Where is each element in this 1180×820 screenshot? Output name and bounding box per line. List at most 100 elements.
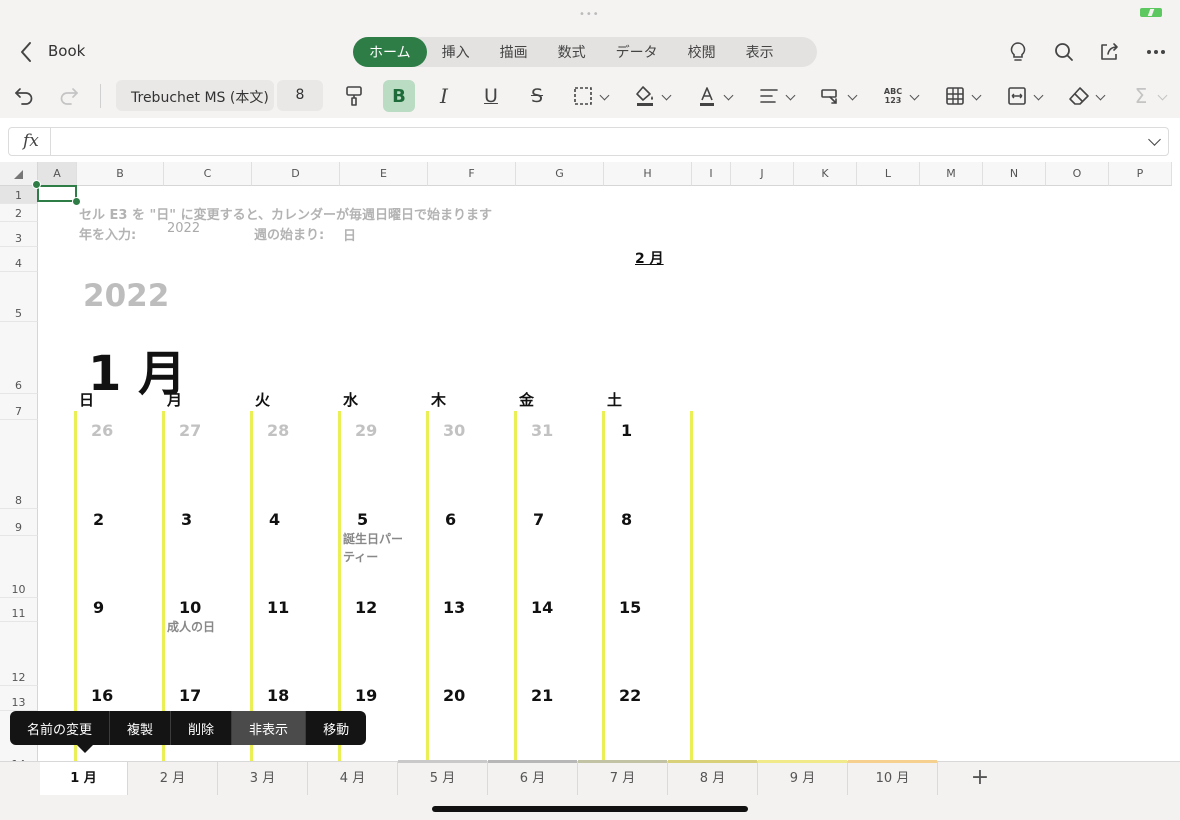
cell-size-dropdown-caret[interactable] [1033,90,1044,101]
redo-button[interactable] [55,80,83,112]
more-options-button[interactable] [1142,38,1170,66]
calendar-day-cell[interactable]: 19 [355,686,377,705]
calendar-day-cell[interactable]: 22 [619,686,641,705]
column-header[interactable]: L [857,162,920,186]
calendar-day-cell[interactable]: 3 [181,510,192,529]
font-size-field[interactable]: 8 [277,80,323,111]
context-menu-item[interactable]: 名前の変更 [10,711,111,745]
font-name-field[interactable]: Trebuchet MS (本文) [116,80,274,111]
row-header[interactable]: 3 [0,222,38,247]
clear-dropdown-caret[interactable] [1095,90,1106,101]
borders-dropdown-caret[interactable] [599,90,610,101]
calendar-day-cell[interactable]: 6 [445,510,456,529]
calendar-day-cell[interactable]: 21 [531,686,553,705]
row-header[interactable]: 5 [0,272,38,322]
calendar-day-cell[interactable]: 5 [357,510,368,529]
context-menu-item[interactable]: 削除 [171,711,233,745]
calendar-day-cell[interactable]: 8 [621,510,632,529]
ribbon-tab[interactable]: 描画 [485,37,543,67]
align-dropdown-caret[interactable] [785,90,796,101]
calendar-event[interactable]: 誕生日パーティー [343,530,409,566]
row-header[interactable]: 2 [0,204,38,222]
column-header[interactable]: O [1046,162,1109,186]
strikethrough-button[interactable]: S [523,80,551,112]
context-menu-item[interactable]: 移動 [306,711,366,745]
ribbon-tab[interactable]: 表示 [731,37,789,67]
calendar-day-cell[interactable]: 30 [443,421,465,440]
row-header[interactable]: 1 [0,186,38,204]
year-input-cell[interactable]: 2022 [167,221,200,236]
column-header[interactable]: N [983,162,1046,186]
calendar-day-cell[interactable]: 31 [531,421,553,440]
ribbon-tab[interactable]: 数式 [543,37,601,67]
column-header[interactable]: D [252,162,340,186]
clear-button[interactable] [1065,80,1093,112]
autosum-dropdown-caret[interactable] [1157,90,1168,101]
row-header[interactable]: 11 [0,598,38,622]
add-sheet-button[interactable]: + [962,765,998,793]
fill-color-dropdown-caret[interactable] [661,90,672,101]
ribbon-tab[interactable]: 挿入 [427,37,485,67]
multitasking-dots[interactable]: ••• [579,9,600,20]
font-color-dropdown-caret[interactable] [723,90,734,101]
calendar-day-cell[interactable]: 13 [443,598,465,617]
column-header[interactable]: I [692,162,731,186]
sheet-tab[interactable]: 3 月 [218,762,308,795]
column-header[interactable]: B [77,162,164,186]
column-header[interactable]: E [340,162,428,186]
chevron-down-icon[interactable] [1148,133,1161,146]
column-header[interactable]: C [164,162,252,186]
calendar-day-cell[interactable]: 17 [179,686,201,705]
calendar-day-cell[interactable]: 18 [267,686,289,705]
row-header[interactable]: 6 [0,322,38,394]
home-indicator[interactable] [432,806,748,812]
sheet-tab[interactable]: 6 月 [488,760,578,795]
column-header[interactable]: J [731,162,794,186]
font-color-button[interactable] [693,80,721,112]
calendar-day-cell[interactable]: 29 [355,421,377,440]
number-format-button[interactable]: ABC 123 [879,80,907,112]
format-painter-button[interactable] [340,80,368,112]
back-button[interactable] [14,38,38,66]
column-header[interactable]: A [38,162,77,186]
calendar-day-cell[interactable]: 9 [93,598,104,617]
selected-cell-a1[interactable] [37,185,77,202]
cell-size-button[interactable] [1003,80,1031,112]
insert-table-button[interactable] [941,80,969,112]
calendar-day-cell[interactable]: 14 [531,598,553,617]
borders-button[interactable] [569,80,597,112]
calendar-day-cell[interactable]: 12 [355,598,377,617]
column-header[interactable]: H [604,162,692,186]
underline-button[interactable]: U [477,80,505,112]
search-button[interactable] [1050,38,1078,66]
row-header[interactable]: 13 [0,686,38,711]
tell-me-button[interactable] [1004,38,1032,66]
sheet-tab[interactable]: 1 月 [40,762,128,795]
column-header[interactable]: K [794,162,857,186]
row-header[interactable]: 9 [0,509,38,536]
wrap-dropdown-caret[interactable] [847,90,858,101]
sheet-tab[interactable]: 7 月 [578,760,668,795]
calendar-day-cell[interactable]: 7 [533,510,544,529]
calendar-day-cell[interactable]: 11 [267,598,289,617]
fx-label[interactable]: fx [23,131,39,151]
row-header[interactable]: 12 [0,622,38,686]
column-header[interactable]: P [1109,162,1172,186]
calendar-event[interactable]: 成人の日 [167,618,233,636]
column-header[interactable]: G [516,162,604,186]
fill-color-button[interactable] [631,80,659,112]
share-button[interactable] [1096,38,1124,66]
calendar-day-cell[interactable]: 28 [267,421,289,440]
calendar-day-cell[interactable]: 16 [91,686,113,705]
column-header[interactable]: F [428,162,516,186]
ribbon-tab[interactable]: データ [601,37,673,67]
ribbon-tab[interactable]: ホーム [353,37,427,67]
undo-button[interactable] [10,80,38,112]
calendar-day-cell[interactable]: 10 [179,598,201,617]
ribbon-tab[interactable]: 校閲 [673,37,731,67]
calendar-day-cell[interactable]: 15 [619,598,641,617]
sheet-tab[interactable]: 8 月 [668,760,758,795]
next-month-link[interactable]: 2 月 [635,248,664,268]
row-header[interactable]: 4 [0,247,38,272]
align-button[interactable] [755,80,783,112]
